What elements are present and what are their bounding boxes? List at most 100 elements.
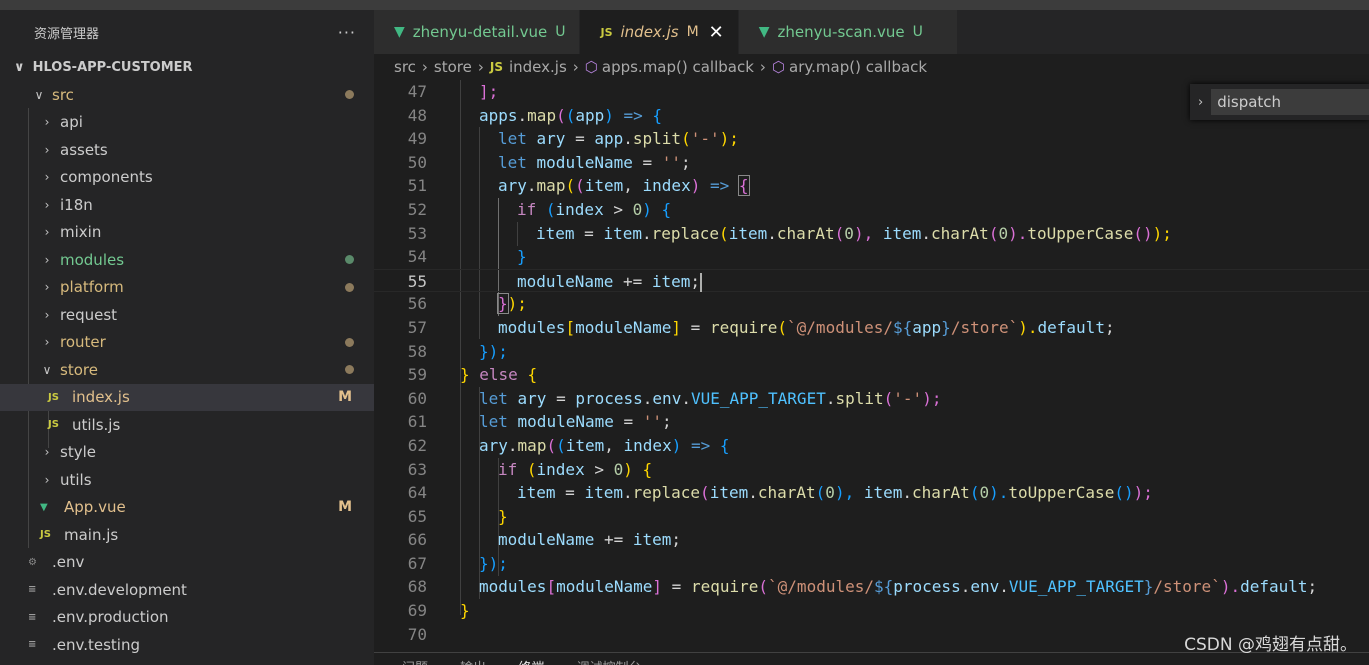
tree-item-index-js[interactable]: JS index.js M [0, 383, 374, 411]
code-token: item [517, 483, 556, 503]
find-widget: › dispatch [1190, 84, 1369, 120]
code-token: VUE_APP_TARGET [690, 388, 826, 408]
tree-item-label: .env [52, 553, 85, 572]
tree-item-label: i18n [60, 195, 93, 214]
tree-item-env-testing[interactable]: ≡ .env.testing [0, 631, 374, 659]
tree-item-label: .env.testing [52, 635, 140, 654]
tree-item-main-js[interactable]: JS main.js [0, 521, 374, 549]
code-token: /store` [1153, 577, 1221, 597]
code-line: 50 let moduleName = ''; [374, 151, 1369, 175]
code-token: += [594, 530, 633, 550]
code-token: require [709, 317, 778, 337]
code-line: 54} [374, 245, 1369, 269]
tree-item-app-vue[interactable]: ▼ App.vue M [0, 494, 374, 522]
code-token: ary [498, 176, 527, 196]
chevron-right-icon[interactable]: › [1198, 95, 1203, 110]
panel-tab-debug-console[interactable]: 调试控制台 [576, 657, 641, 665]
code-token: ] [671, 317, 682, 337]
tree-item-env-development[interactable]: ≡ .env.development [0, 576, 374, 604]
breadcrumb-item[interactable]: index.js [509, 58, 567, 76]
code-token: . [748, 483, 758, 503]
tree-item-utils-js[interactable]: JS utils.js [0, 411, 374, 439]
watermark: CSDN @鸡翅有点甜。 [1184, 635, 1357, 655]
find-input[interactable]: dispatch [1211, 89, 1369, 115]
tree-item-store[interactable]: ∨ store [0, 356, 374, 384]
code-line: 58}); [374, 340, 1369, 364]
close-icon[interactable]: ✕ [709, 22, 724, 43]
tab-zhenyu-scan-vue[interactable]: ▼ zhenyu-scan.vue U [738, 10, 958, 54]
tab-index-js[interactable]: JS index.js M ✕ [580, 10, 739, 54]
tree-item-platform[interactable]: › platform [0, 274, 374, 302]
line-number: 55 [407, 271, 427, 291]
code-token: `@/modules/ [787, 317, 893, 337]
code-token: ; [681, 152, 691, 172]
modified-badge: M [686, 24, 699, 40]
code-token: '' [661, 152, 682, 172]
line-number: 70 [407, 624, 427, 644]
tree-item-label: src [52, 85, 74, 104]
code-token: . [767, 223, 777, 243]
tab-zhenyu-detail-vue[interactable]: ▼ zhenyu-detail.vue U [374, 10, 581, 54]
explorer-sidebar: 资源管理器 ··· ∨ HLOS-APP-CUSTOMER ∨ src › ap… [0, 10, 374, 665]
code-line: 68 modules[moduleName] = require(`@/modul… [374, 575, 1369, 599]
breadcrumb-item[interactable]: src [394, 58, 416, 76]
tree-item-label: assets [60, 140, 108, 159]
tree-item-components[interactable]: › components [0, 164, 374, 192]
tree-item-utils[interactable]: › utils [0, 466, 374, 494]
code-token: charAt [912, 483, 970, 503]
code-token: ( [988, 223, 999, 243]
panel-tab-output[interactable]: 输出 [460, 657, 486, 665]
chevron-right-icon: › [759, 58, 766, 76]
vue-file-icon: ▼ [758, 24, 770, 40]
code-token: let [479, 388, 508, 408]
panel-tab-problems[interactable]: 问题 [402, 657, 428, 665]
tree-item-assets[interactable]: › assets [0, 136, 374, 164]
code-token: ] [652, 577, 663, 597]
tree-item-label: router [60, 333, 106, 352]
tree-item-request[interactable]: › request [0, 301, 374, 329]
code-token: { [737, 175, 750, 197]
code-token: => [709, 176, 730, 196]
code-token: default [1037, 317, 1105, 337]
code-token: ( [556, 435, 566, 455]
tree-item-modules[interactable]: › modules [0, 246, 374, 274]
line-number: 56 [407, 294, 427, 314]
code-token: charAt [776, 223, 835, 243]
code-token: ; [671, 530, 682, 550]
text-cursor [700, 272, 703, 292]
panel-tab-terminal[interactable]: 终端 [518, 657, 544, 665]
code-editor[interactable]: 47]; 48 apps.map((app) => { 49 let ary = a… [374, 80, 1369, 652]
tree-item-label: platform [60, 278, 124, 297]
chevron-right-icon: › [572, 58, 579, 76]
tree-item-env-production[interactable]: ≡ .env.production [0, 604, 374, 632]
code-token: ; [690, 271, 701, 291]
tree-item-mixin[interactable]: › mixin [0, 219, 374, 247]
chevron-right-icon: › [44, 252, 50, 267]
code-token: > [603, 199, 633, 219]
cube-icon: ⬡ [771, 58, 786, 76]
code-token: replace [632, 483, 701, 503]
project-root[interactable]: ∨ HLOS-APP-CUSTOMER [0, 54, 374, 81]
breadcrumb-item[interactable]: apps.map() callback [602, 58, 754, 76]
tree-item-i18n[interactable]: › i18n [0, 191, 374, 219]
code-token: charAt [757, 483, 816, 503]
tree-item-env[interactable]: ⚙ .env [0, 549, 374, 577]
tree-item-router[interactable]: › router [0, 329, 374, 357]
code-token: env [970, 577, 1000, 597]
code-token: ( [758, 577, 769, 597]
breadcrumb-item[interactable]: store [434, 58, 472, 76]
tree-item-style[interactable]: › style [0, 439, 374, 467]
code-token: = [681, 317, 710, 337]
code-token: ( [565, 176, 576, 196]
code-token: 0 [825, 483, 835, 503]
code-token: . [517, 105, 528, 125]
breadcrumb-item[interactable]: ary.map() callback [789, 58, 927, 76]
vue-file-icon: ▼ [394, 24, 405, 40]
code-token: '' [642, 412, 663, 432]
tree-item-api[interactable]: › api [0, 109, 374, 137]
code-token: map [536, 176, 566, 196]
tree-item-src[interactable]: ∨ src [0, 81, 374, 109]
more-actions-icon[interactable]: ··· [338, 23, 356, 42]
code-token: ) [623, 459, 643, 479]
code-token: = [565, 129, 595, 149]
